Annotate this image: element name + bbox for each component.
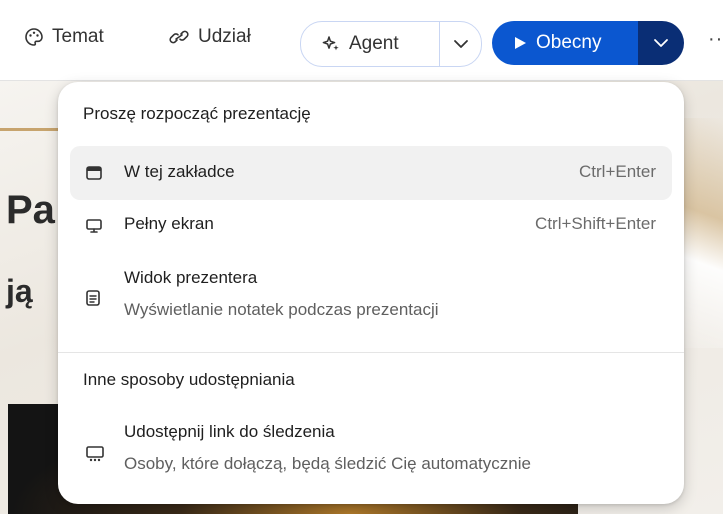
chevron-down-icon xyxy=(654,39,668,47)
agent-dropdown-button[interactable] xyxy=(440,22,481,66)
menu-item-description: Osoby, które dołączą, będą śledzić Cię a… xyxy=(124,454,531,473)
menu-item-presenter-view[interactable]: Widok prezentera Wyświetlanie notatek po… xyxy=(70,254,672,332)
browser-tab-icon xyxy=(86,166,102,180)
slide-subtitle-fragment: ją xyxy=(6,273,33,309)
present-button[interactable]: Obecny xyxy=(492,21,638,65)
menu-item-shortcut: Ctrl+Shift+Enter xyxy=(535,214,656,233)
notes-icon xyxy=(86,290,100,306)
share-button[interactable]: Udział xyxy=(168,26,251,48)
theme-button-label: Temat xyxy=(52,26,104,47)
monitor-icon xyxy=(86,219,102,233)
menu-item-label: Widok prezentera xyxy=(124,268,258,287)
menu-item-description: Wyświetlanie notatek podczas prezentacji xyxy=(124,300,439,319)
agent-button[interactable]: Agent xyxy=(301,22,439,66)
present-split-button: Obecny xyxy=(492,21,684,65)
slide-title-fragment: Pa xyxy=(6,188,55,232)
present-dropdown-button[interactable] xyxy=(638,21,684,65)
share-button-label: Udział xyxy=(198,26,251,47)
theme-button[interactable]: Temat xyxy=(24,26,104,48)
present-options-menu: Proszę rozpocząć prezentację W tej zakła… xyxy=(58,82,684,504)
palette-icon xyxy=(25,28,43,46)
menu-item-label: Udostępnij link do śledzenia xyxy=(124,422,335,441)
agent-split-button: Agent xyxy=(300,21,482,67)
menu-item-label: W tej zakładce xyxy=(124,162,235,181)
link-icon xyxy=(169,30,189,44)
agent-button-label: Agent xyxy=(349,33,399,54)
menu-heading-share: Inne sposoby udostępniania xyxy=(83,370,295,389)
slide-accent-rule xyxy=(0,128,60,131)
more-options-button[interactable]: ··· xyxy=(708,28,723,51)
top-toolbar: Temat Udział Agent Obecny ·· xyxy=(0,0,723,81)
sparkle-icon xyxy=(322,36,339,51)
menu-item-shortcut: Ctrl+Enter xyxy=(579,162,656,181)
menu-item-in-this-tab[interactable]: W tej zakładce Ctrl+Enter xyxy=(70,146,672,200)
menu-heading-start: Proszę rozpocząć prezentację xyxy=(83,104,311,123)
chevron-down-icon xyxy=(453,40,468,48)
menu-item-full-screen[interactable]: Pełny ekran Ctrl+Shift+Enter xyxy=(70,200,672,250)
menu-divider xyxy=(58,352,684,353)
present-button-label: Obecny xyxy=(536,32,602,53)
menu-item-label: Pełny ekran xyxy=(124,214,214,233)
cast-icon xyxy=(86,446,104,462)
menu-item-share-follow-link[interactable]: Udostępnij link do śledzenia Osoby, któr… xyxy=(70,408,672,492)
play-icon xyxy=(515,37,526,49)
